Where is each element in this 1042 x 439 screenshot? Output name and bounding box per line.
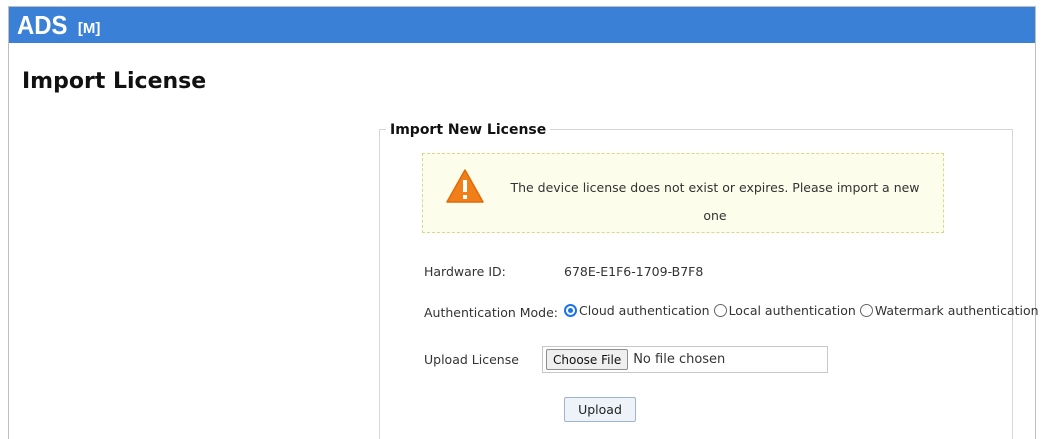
license-warning-alert: The device license does not exist or exp… [422, 153, 944, 233]
page-title: Import License [22, 69, 207, 94]
radio-label: Cloud authentication [579, 303, 710, 318]
authentication-mode-label: Authentication Mode: [424, 305, 559, 320]
brand-logo: ADS [17, 9, 68, 40]
upload-button[interactable]: Upload [564, 397, 636, 422]
radio-watermark-authentication[interactable]: Watermark authentication [859, 303, 1039, 318]
authentication-mode-options: Cloud authentication Local authenticatio… [564, 303, 1042, 318]
radio-cloud-authentication[interactable]: Cloud authentication [564, 303, 710, 318]
radio-button-selected[interactable] [564, 304, 577, 317]
choose-file-button[interactable]: Choose File [546, 349, 629, 370]
upload-license-label: Upload License [424, 352, 519, 367]
radio-label: Watermark authentication [874, 303, 1039, 318]
radio-button[interactable] [713, 304, 727, 317]
file-status-text: No file chosen [633, 352, 726, 367]
radio-local-authentication[interactable]: Local authentication [713, 303, 856, 318]
radio-label: Local authentication [728, 303, 856, 318]
warning-icon [446, 169, 484, 203]
license-file-input[interactable]: Choose File No file chosen [542, 346, 828, 373]
alert-message: The device license does not exist or exp… [510, 180, 920, 223]
app-window: ADS [M] Import License Import New Licens… [8, 6, 1039, 439]
panel-legend: Import New License [386, 122, 551, 138]
top-bar: ADS [M] [9, 7, 1035, 43]
hardware-id-label: Hardware ID: [424, 264, 506, 279]
import-license-panel: Import New License The device license do… [379, 122, 1039, 439]
brand-suffix: [M] [77, 19, 101, 37]
hardware-id-value: 678E-E1F6-1709-B7F8 [564, 264, 704, 279]
radio-button[interactable] [859, 304, 873, 317]
